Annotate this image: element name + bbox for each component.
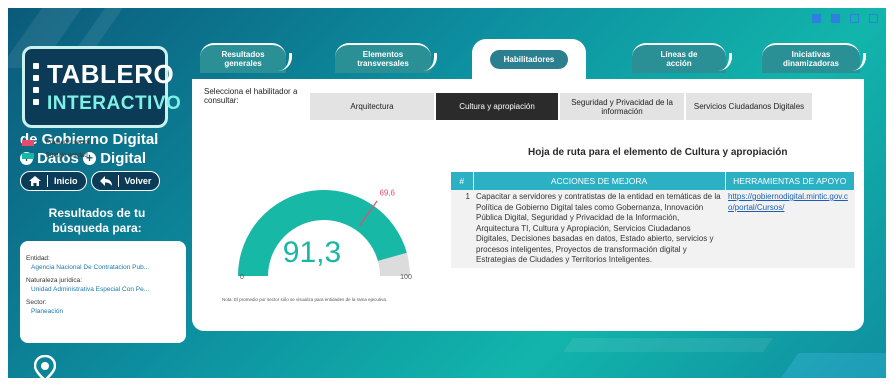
col-herramientas-header[interactable]: HERRAMIENTAS DE APOYO: [725, 172, 855, 190]
row-herramienta-link[interactable]: https://gobiernodigital.mintic.gov.co/po…: [725, 190, 855, 268]
legend-item-puntaje: Puntaje entidad: [22, 153, 90, 159]
naturaleza-label: Naturaleza jurídica:: [26, 277, 82, 284]
nav-buttons: Inicio Volver: [20, 171, 161, 191]
gauge-legend: Promedio sector Puntaje entidad: [22, 140, 90, 166]
tab-habilitadores[interactable]: Habilitadores: [472, 39, 586, 79]
tab-resultados-generales[interactable]: Resultados generales: [200, 43, 292, 73]
tab-iniciativas-dinamizadoras[interactable]: Iniciativas dinamizadoras: [762, 43, 866, 73]
tab-label: Iniciativas dinamizadoras: [782, 50, 839, 68]
route-title: Hoja de ruta para el elemento de Cultura…: [528, 147, 788, 158]
inicio-button[interactable]: Inicio: [20, 171, 87, 191]
window-controls: [812, 14, 878, 23]
row-accion: Capacitar a servidores y contratistas de…: [473, 190, 725, 268]
tab-elementos-transversales[interactable]: Elementos transversales: [335, 43, 437, 73]
decor-stripe: [76, 8, 138, 48]
decor-stripe: [777, 353, 886, 378]
legend-label: Promedio sector: [46, 140, 90, 146]
filters-panel: Entidad: Agencia Nacional De Contratacio…: [20, 241, 186, 343]
habilitador-option-servicios[interactable]: Servicios Ciudadanos Digitales: [686, 93, 812, 120]
window-dot: [831, 14, 840, 23]
decor-stripe: [563, 338, 773, 352]
sector-label: Sector:: [26, 299, 47, 306]
window-dot: [850, 14, 859, 23]
tab-label: Resultados generales: [221, 50, 265, 68]
col-num-header[interactable]: #: [451, 172, 474, 190]
habilitador-option-seguridad[interactable]: Seguridad y Privacidad de la información: [560, 93, 684, 120]
legend-swatch: [22, 140, 34, 146]
table-header-row: # ACCIONES DE MEJORA HERRAMIENTAS DE APO…: [451, 172, 855, 190]
legend-label: Puntaje entidad: [46, 153, 88, 159]
score-gauge: 69,6 91,3 0 100: [238, 189, 412, 281]
window-dot: [812, 14, 821, 23]
logo-line2: INTERACTIVO: [47, 93, 182, 114]
tab-label: Elementos transversales: [357, 50, 409, 68]
subtitle-digital: Digital: [100, 150, 147, 167]
legend-item-promedio: Promedio sector: [22, 140, 90, 146]
results-title: Resultados de tu búsqueda para:: [48, 206, 146, 235]
gauge-min-label: 0: [240, 274, 244, 281]
sector-value: Planeación: [31, 308, 64, 315]
volver-button[interactable]: Volver: [90, 171, 161, 191]
logo-dots-icon: [33, 63, 39, 105]
tab-lineas-de-accion[interactable]: Líneas de acción: [632, 43, 732, 73]
window-dot: [869, 14, 878, 23]
location-pin-icon: [34, 355, 56, 378]
entidad-label: Entidad:: [26, 255, 50, 262]
logo-line1: TABLERO: [47, 59, 175, 89]
selector-label: Selecciona el habilitador a consultar:: [204, 87, 298, 105]
nav-separator: [47, 175, 48, 187]
inicio-label: Inicio: [54, 176, 78, 186]
nav-separator: [117, 175, 119, 187]
sector-value-label: 69,6: [379, 189, 395, 198]
back-arrow-icon: [99, 176, 112, 186]
tab-label: Líneas de acción: [660, 50, 698, 68]
actions-table: # ACCIONES DE MEJORA HERRAMIENTAS DE APO…: [451, 172, 855, 268]
tab-label: Habilitadores: [489, 49, 569, 69]
gauge-note: Nota: El promedio por sector sólo se vis…: [222, 297, 388, 302]
volver-label: Volver: [124, 176, 152, 186]
table-row: 1 Capacitar a servidores y contratistas …: [451, 190, 855, 268]
home-icon: [29, 176, 41, 186]
gauge-value: 91,3: [283, 236, 341, 269]
row-num: 1: [451, 190, 473, 268]
habilitador-option-arquitectura[interactable]: Arquitectura: [310, 93, 434, 120]
habilitador-option-cultura[interactable]: Cultura y apropiación: [436, 93, 558, 120]
entidad-value: Agencia Nacional De Contratacion Pub...: [31, 264, 150, 271]
naturaleza-value: Unidad Administrativa Especial Con Pe...: [31, 286, 150, 293]
col-acciones-header[interactable]: ACCIONES DE MEJORA: [473, 172, 726, 190]
gauge-max-label: 100: [400, 274, 412, 281]
legend-swatch: [22, 153, 34, 159]
tablero-logo: TABLERO INTERACTIVO: [22, 46, 181, 128]
